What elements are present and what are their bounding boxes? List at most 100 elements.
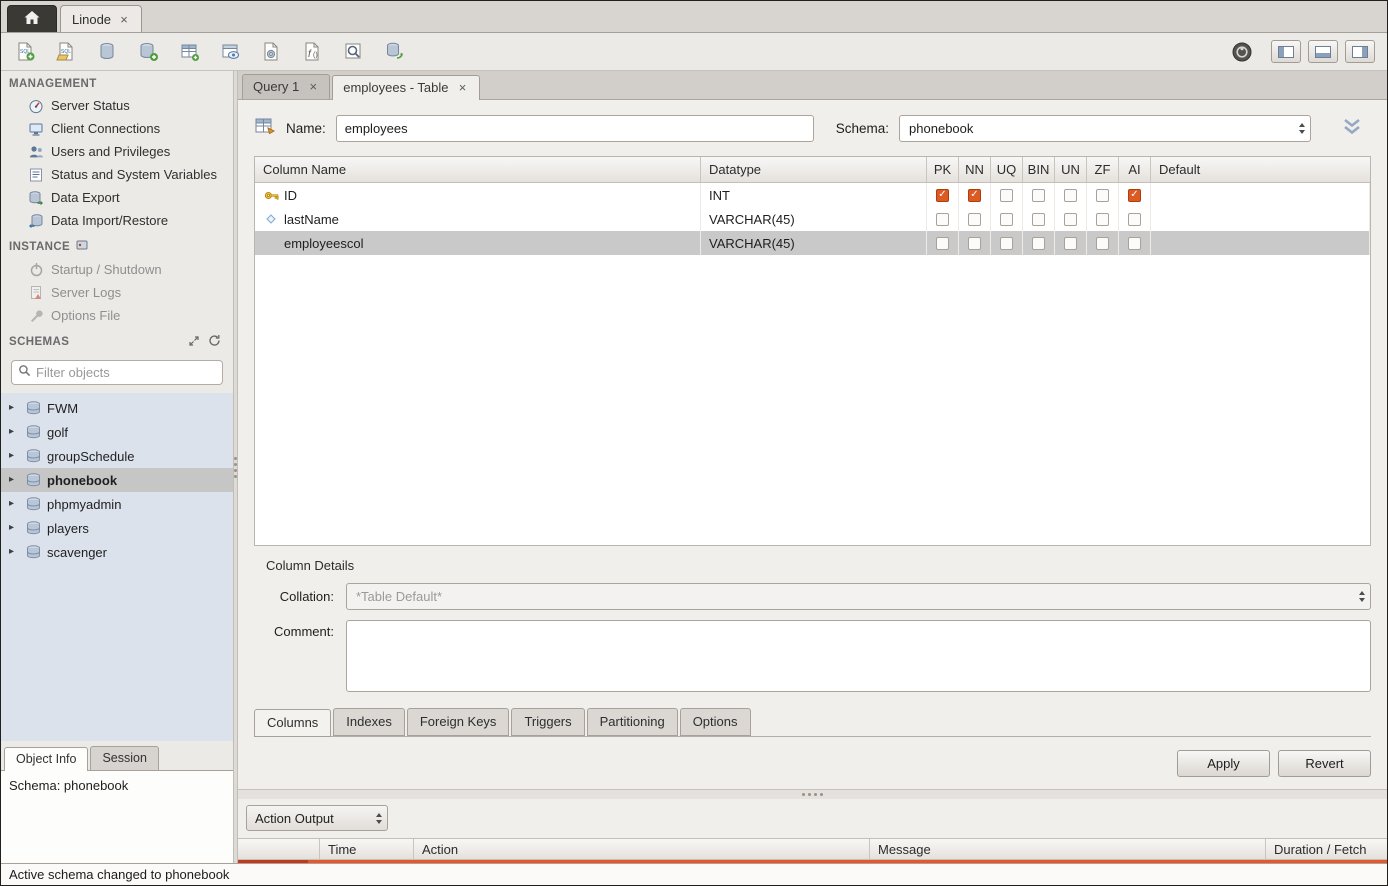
close-icon[interactable] — [457, 82, 469, 94]
collapse-header-icon[interactable] — [1341, 117, 1371, 141]
tab-employees-table[interactable]: employees - Table — [332, 75, 479, 100]
create-table-icon[interactable] — [177, 40, 201, 64]
expand-arrow-icon[interactable] — [9, 475, 20, 485]
bin-checkbox[interactable] — [1032, 213, 1045, 226]
nn-checkbox[interactable] — [968, 237, 981, 250]
ai-checkbox[interactable] — [1128, 213, 1141, 226]
nn-checkbox[interactable] — [968, 189, 981, 202]
schema-item-golf[interactable]: golf — [1, 420, 233, 444]
close-icon[interactable] — [118, 13, 130, 25]
stepper-icon[interactable] — [1294, 116, 1310, 141]
home-tab[interactable] — [7, 5, 57, 32]
tab-query-1[interactable]: Query 1 — [242, 74, 330, 99]
expand-arrow-icon[interactable] — [9, 427, 20, 437]
nn-checkbox[interactable] — [968, 213, 981, 226]
column-row-id[interactable]: ID INT — [255, 183, 1370, 207]
connection-tab-linode[interactable]: Linode — [60, 5, 142, 32]
un-checkbox[interactable] — [1064, 237, 1077, 250]
sidebar-item-server-logs[interactable]: Server Logs — [1, 281, 233, 304]
tab-foreign-keys[interactable]: Foreign Keys — [407, 708, 510, 736]
tab-indexes[interactable]: Indexes — [333, 708, 405, 736]
tab-triggers[interactable]: Triggers — [511, 708, 584, 736]
open-sql-script-icon[interactable]: SQL — [54, 40, 78, 64]
schema-item-phpmyadmin[interactable]: phpmyadmin — [1, 492, 233, 516]
close-icon[interactable] — [307, 81, 319, 93]
sidebar-item-data-import[interactable]: Data Import/Restore — [1, 209, 233, 232]
schema-item-fwm[interactable]: FWM — [1, 396, 233, 420]
grid-empty-area[interactable] — [255, 255, 1370, 545]
ai-checkbox[interactable] — [1128, 189, 1141, 202]
filter-objects-input[interactable] — [36, 365, 216, 380]
new-query-tab-icon[interactable]: SQL — [13, 40, 37, 64]
toggle-left-sidebar-icon[interactable] — [1271, 40, 1301, 63]
pk-checkbox[interactable] — [936, 189, 949, 202]
pk-checkbox[interactable] — [936, 237, 949, 250]
toggle-output-area-icon[interactable] — [1308, 40, 1338, 63]
create-function-icon[interactable]: f() — [300, 40, 324, 64]
sidebar-item-options-file[interactable]: Options File — [1, 304, 233, 327]
toggle-right-sidebar-icon[interactable] — [1345, 40, 1375, 63]
output-selector[interactable]: Action Output — [246, 805, 388, 831]
un-checkbox[interactable] — [1064, 213, 1077, 226]
default-cell[interactable] — [1151, 183, 1370, 207]
sidebar-item-data-export[interactable]: Data Export — [1, 186, 233, 209]
tab-columns[interactable]: Columns — [254, 709, 331, 737]
create-procedure-icon[interactable] — [259, 40, 283, 64]
connection-status-icon[interactable] — [1230, 40, 1254, 64]
sidebar-item-startup-shutdown[interactable]: Startup / Shutdown — [1, 258, 233, 281]
default-cell[interactable] — [1151, 207, 1370, 231]
output-header-blank — [238, 839, 320, 859]
schema-icon — [26, 545, 41, 559]
expand-arrow-icon[interactable] — [9, 499, 20, 509]
expand-arrow-icon[interactable] — [9, 547, 20, 557]
tab-object-info[interactable]: Object Info — [4, 747, 88, 771]
reconnect-dbms-icon[interactable] — [382, 40, 406, 64]
revert-button[interactable]: Revert — [1278, 750, 1371, 777]
un-checkbox[interactable] — [1064, 189, 1077, 202]
default-cell[interactable] — [1151, 231, 1370, 255]
stepper-icon[interactable] — [371, 806, 387, 830]
data-import-icon — [28, 213, 44, 229]
bin-checkbox[interactable] — [1032, 189, 1045, 202]
ai-checkbox[interactable] — [1128, 237, 1141, 250]
column-row-employeescol[interactable]: employeescol VARCHAR(45) — [255, 231, 1370, 255]
columns-grid: Column Name Datatype PK NN UQ BIN UN ZF … — [254, 156, 1371, 546]
collation-select[interactable]: *Table Default* — [346, 583, 1371, 610]
apply-button[interactable]: Apply — [1177, 750, 1270, 777]
schema-item-players[interactable]: players — [1, 516, 233, 540]
sidebar-item-client-connections[interactable]: Client Connections — [1, 117, 233, 140]
expand-arrow-icon[interactable] — [9, 451, 20, 461]
sidebar-item-server-status[interactable]: Server Status — [1, 94, 233, 117]
expand-arrow-icon[interactable] — [9, 523, 20, 533]
expand-schemas-icon[interactable] — [188, 335, 200, 350]
stepper-icon[interactable] — [1354, 584, 1370, 609]
table-name-input[interactable] — [336, 115, 814, 142]
schema-item-groupschedule[interactable]: groupSchedule — [1, 444, 233, 468]
sidebar-item-users-privileges[interactable]: Users and Privileges — [1, 140, 233, 163]
schema-select[interactable]: phonebook — [899, 115, 1311, 142]
tab-partitioning[interactable]: Partitioning — [587, 708, 678, 736]
pk-checkbox[interactable] — [936, 213, 949, 226]
bin-checkbox[interactable] — [1032, 237, 1045, 250]
new-connection-icon[interactable] — [95, 40, 119, 64]
uq-checkbox[interactable] — [1000, 189, 1013, 202]
refresh-schemas-icon[interactable] — [208, 334, 221, 350]
schema-item-scavenger[interactable]: scavenger — [1, 540, 233, 564]
create-schema-icon[interactable] — [136, 40, 160, 64]
uq-checkbox[interactable] — [1000, 213, 1013, 226]
output-splitter[interactable] — [238, 789, 1387, 799]
create-view-icon[interactable] — [218, 40, 242, 64]
zf-checkbox[interactable] — [1096, 189, 1109, 202]
tab-session[interactable]: Session — [90, 746, 158, 770]
comment-textarea[interactable] — [346, 620, 1371, 692]
schema-item-phonebook[interactable]: phonebook — [1, 468, 233, 492]
zf-checkbox[interactable] — [1096, 237, 1109, 250]
expand-arrow-icon[interactable] — [9, 403, 20, 413]
search-data-icon[interactable] — [341, 40, 365, 64]
uq-checkbox[interactable] — [1000, 237, 1013, 250]
zf-checkbox[interactable] — [1096, 213, 1109, 226]
sidebar-item-status-variables[interactable]: Status and System Variables — [1, 163, 233, 186]
column-row-lastname[interactable]: lastName VARCHAR(45) — [255, 207, 1370, 231]
tab-options[interactable]: Options — [680, 708, 751, 736]
output-header-duration: Duration / Fetch — [1266, 839, 1387, 859]
